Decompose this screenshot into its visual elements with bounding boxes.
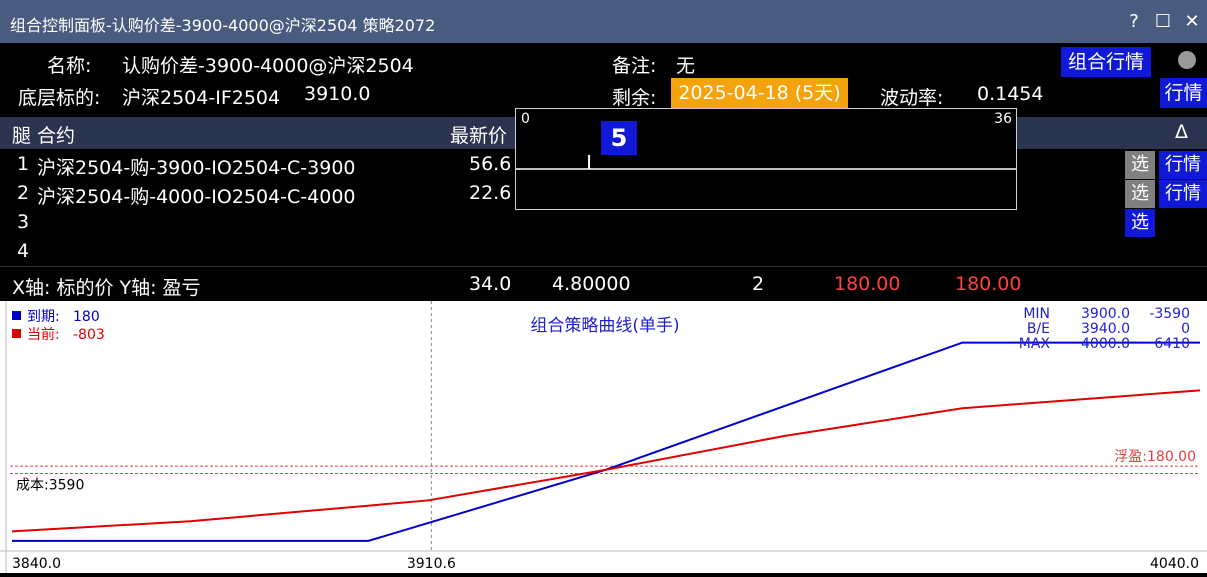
help-button[interactable]: ? [1124, 11, 1144, 32]
summary-value-4: 180.00 [834, 273, 901, 295]
stats-label: B/E [1027, 321, 1050, 337]
leg-contract: 沪深2504-购-3900-IO2504-C-3900 [37, 157, 356, 179]
underlying-price: 3910.0 [304, 83, 371, 105]
stats-x: 4000.0 [1081, 336, 1130, 352]
stats-x: 3940.0 [1081, 321, 1130, 337]
legend-label: 到期: [27, 309, 60, 325]
leg-contract: 沪深2504-购-4000-IO2504-C-4000 [37, 186, 356, 208]
header-delta: Δ [1175, 121, 1188, 143]
axis-caption: X轴: 标的价 Y轴: 盈亏 [12, 277, 201, 299]
volatility-label: 波动率: [880, 87, 944, 109]
leg-quote-button[interactable]: 行情 [1159, 151, 1207, 179]
title-bar: 组合控制面板-认购价差-3900-4000@沪深2504 策略2072 ? ☐ … [0, 0, 1207, 43]
select-button[interactable]: 选 [1125, 180, 1155, 208]
window-title: 组合控制面板-认购价差-3900-4000@沪深2504 策略2072 [10, 16, 436, 35]
leg-last-price: 56.6 [469, 153, 512, 175]
note-value: 无 [676, 55, 696, 77]
leg-quote-button[interactable]: 行情 [1159, 180, 1207, 208]
leg-number: 1 [17, 153, 30, 175]
payoff-chart-svg: 组合策略曲线(单手) 到期: 180 当前: -803 MIN 3900.0 -3590 B/E… [0, 301, 1207, 573]
expiry-payoff-line [12, 341, 1200, 542]
x-tick-label: 4040.0 [1150, 556, 1199, 572]
summary-value-1: 34.0 [469, 273, 512, 295]
x-tick-label: 3910.6 [407, 556, 456, 572]
stats-label: MIN [1023, 306, 1050, 322]
maximize-button[interactable]: ☐ [1153, 11, 1173, 32]
stats-y: -3590 [1149, 306, 1190, 322]
leg-number: 2 [17, 182, 30, 204]
summary-row: X轴: 标的价 Y轴: 盈亏 34.0 4.80000 2 180.00 180… [0, 266, 1207, 302]
legend-swatch [12, 311, 21, 320]
float-profit-label: 浮盈:180.00 [1114, 449, 1196, 465]
slider-track[interactable] [516, 109, 1016, 209]
summary-value-3: 2 [752, 273, 765, 295]
stats-label: MAX [1019, 336, 1051, 352]
legend-value: 180 [73, 309, 100, 325]
legend-value: -803 [73, 327, 105, 343]
legend-label: 当前: [27, 326, 60, 343]
leg-last-price: 22.6 [469, 182, 512, 204]
info-panel: 名称: 认购价差-3900-4000@沪深2504 底层标的: 沪深2504-I… [0, 43, 1207, 117]
stats-y: 0 [1181, 321, 1190, 337]
name-label: 名称: [47, 55, 92, 77]
slider-popup[interactable]: 0 36 5 [515, 108, 1017, 210]
underlying-label: 底层标的: [18, 87, 101, 109]
close-button[interactable]: ✕ [1182, 11, 1202, 32]
summary-value-5: 180.00 [955, 273, 1022, 295]
status-indicator-icon [1178, 51, 1196, 69]
volatility-value: 0.1454 [977, 83, 1044, 105]
stats-x: 3900.0 [1081, 306, 1130, 322]
stats-y: 6410 [1154, 336, 1190, 352]
x-tick-label: 3840.0 [12, 556, 61, 572]
legend-swatch [12, 329, 21, 338]
summary-value-2: 4.80000 [552, 273, 631, 295]
chart-title: 组合策略曲线(单手) [530, 316, 679, 336]
note-label: 备注: [612, 55, 657, 77]
select-button[interactable]: 选 [1125, 209, 1155, 237]
payoff-chart: 组合策略曲线(单手) 到期: 180 当前: -803 MIN 3900.0 -3590 B/E… [0, 301, 1207, 573]
underlying-quote-button[interactable]: 行情 [1160, 78, 1207, 108]
expiry-date-badge: 2025-04-18 (5天) [671, 78, 848, 108]
leg-number: 4 [17, 240, 30, 262]
combo-quote-button[interactable]: 组合行情 [1061, 47, 1151, 77]
name-value: 认购价差-3900-4000@沪深2504 [122, 55, 414, 77]
underlying-value: 沪深2504-IF2504 [122, 87, 281, 109]
header-last-price: 最新价 [450, 125, 508, 147]
current-payoff-line [11, 389, 1201, 533]
leg-number: 3 [17, 211, 30, 233]
header-leg-contract: 腿 合约 [12, 125, 76, 147]
remaining-label: 剩余: [612, 87, 657, 109]
select-button[interactable]: 选 [1125, 151, 1155, 179]
cost-label: 成本:3590 [16, 477, 84, 493]
